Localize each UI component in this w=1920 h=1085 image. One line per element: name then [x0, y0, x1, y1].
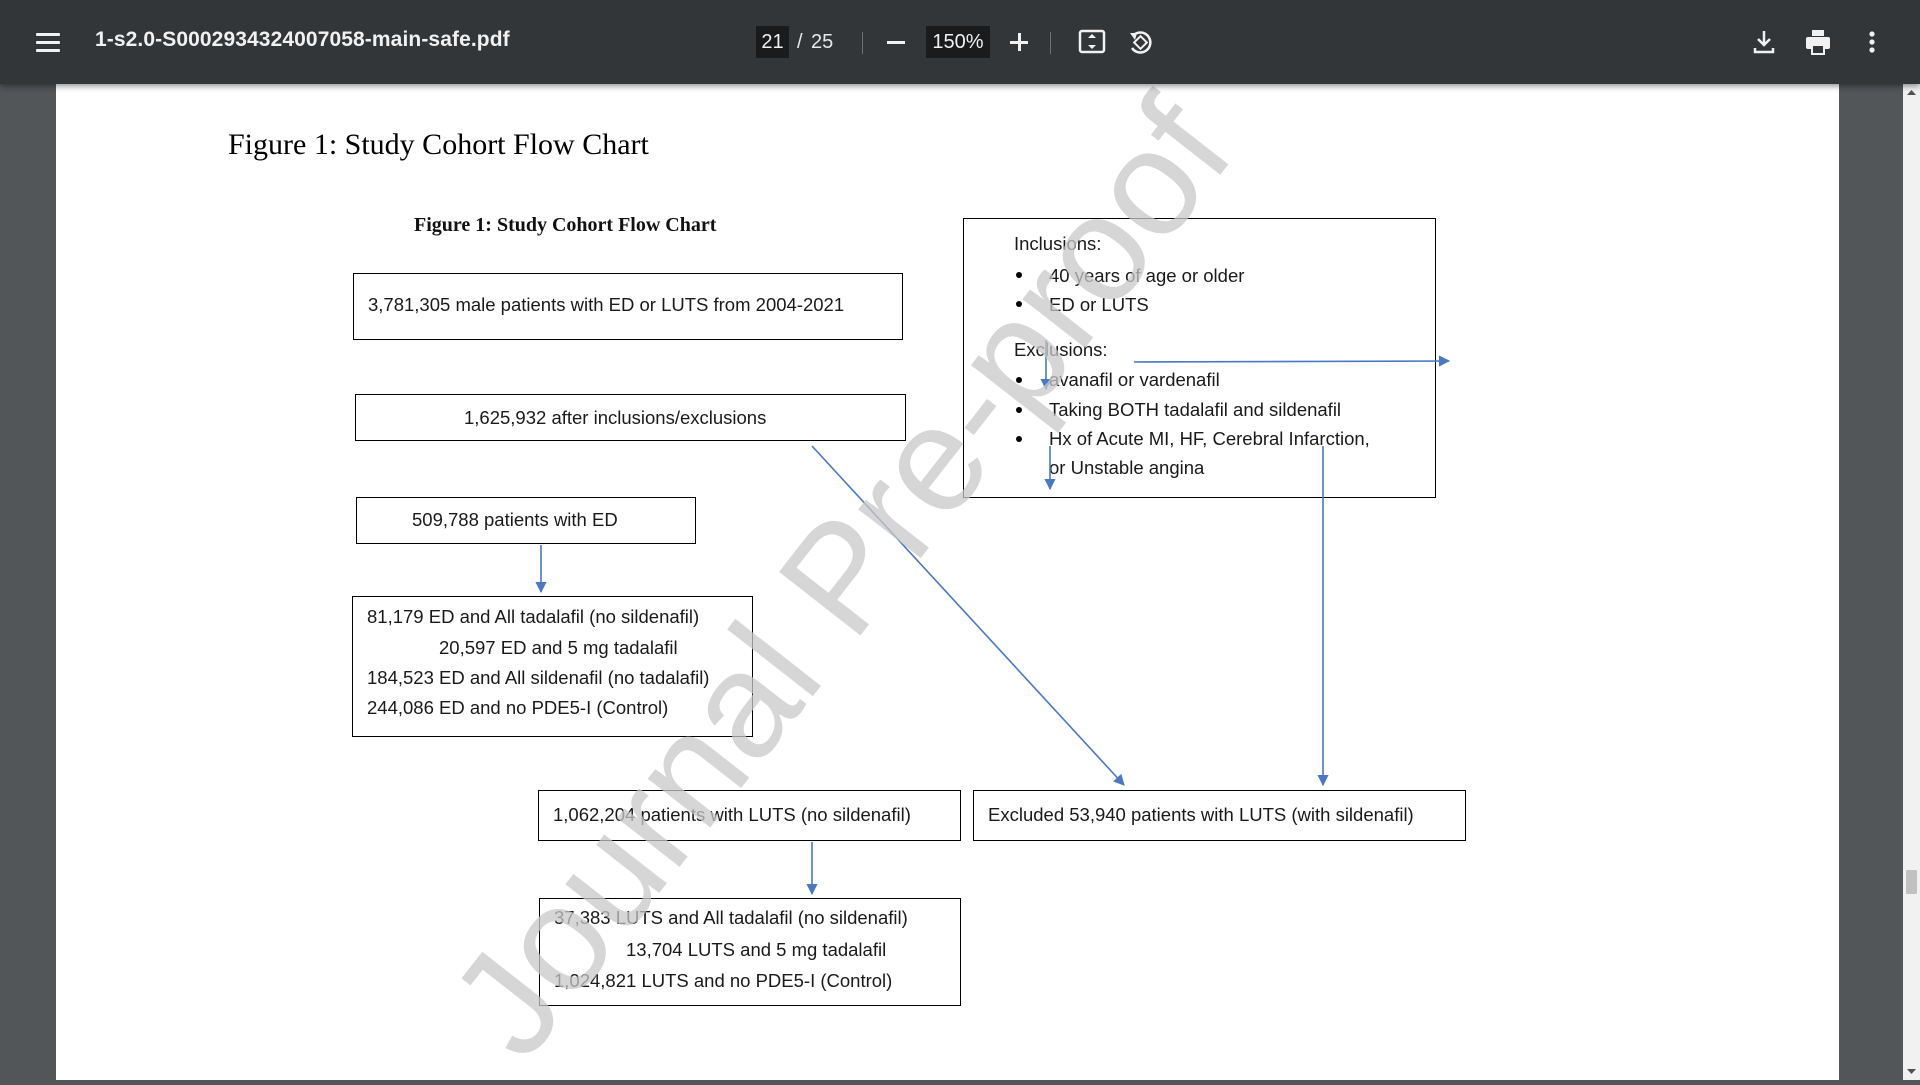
exclusion-item: or Unstable angina — [1049, 457, 1205, 478]
flow-box-text: 1,062,204 patients with LUTS (no sildena… — [553, 804, 911, 825]
inclusion-item: ED or LUTS — [1049, 294, 1149, 315]
figure-heading: Figure 1: Study Cohort Flow Chart — [228, 128, 649, 161]
inclusions-title: Inclusions: — [1014, 233, 1102, 254]
bullet-icon — [1016, 407, 1022, 413]
flow-box-excluded: Excluded 53,940 patients with LUTS (with… — [973, 790, 1466, 841]
flow-box-luts: 1,062,204 patients with LUTS (no sildena… — [538, 790, 961, 841]
flow-box-criteria: Inclusions: 40 years of age or older ED … — [963, 218, 1436, 498]
page-separator: / — [797, 31, 803, 53]
menu-icon[interactable] — [30, 24, 66, 60]
zoom-out-button[interactable] — [878, 24, 914, 60]
bullet-icon — [1016, 272, 1022, 278]
flow-box-text: Excluded 53,940 patients with LUTS (with… — [988, 804, 1414, 825]
figure-subheading: Figure 1: Study Cohort Flow Chart — [414, 214, 717, 236]
download-icon[interactable] — [1746, 24, 1782, 60]
scrollbar-thumb[interactable] — [1906, 870, 1917, 894]
zoom-level-input[interactable]: 150% — [926, 26, 990, 58]
document-viewer[interactable]: Figure 1: Study Cohort Flow Chart Figure… — [0, 84, 1920, 1080]
page-total: 25 — [811, 31, 834, 53]
scroll-up-arrow-icon[interactable] — [1903, 84, 1920, 101]
exclusions-title: Exclusions: — [1014, 339, 1108, 360]
flow-box-text: 81,179 ED and All tadalafil (no sildenaf… — [367, 606, 700, 627]
inclusion-item: 40 years of age or older — [1049, 265, 1245, 286]
pdf-toolbar: 1-s2.0-S0002934324007058-main-safe.pdf 2… — [0, 0, 1920, 84]
exclusion-item: Taking BOTH tadalafil and sildenafil — [1049, 399, 1342, 420]
exclusion-item: avanafil or vardenafil — [1049, 369, 1220, 390]
flow-box-text: 13,704 LUTS and 5 mg tadalafil — [626, 939, 887, 960]
flow-box-text: 1,024,821 LUTS and no PDE5-I (Control) — [554, 970, 893, 991]
flow-box-ed-breakdown: 81,179 ED and All tadalafil (no sildenaf… — [352, 596, 753, 737]
toolbar-divider — [862, 32, 863, 54]
flow-box-text: 1,625,932 after inclusions/exclusions — [464, 407, 767, 428]
fit-page-icon[interactable] — [1074, 24, 1110, 60]
flow-box-text: 184,523 ED and All sildenafil (no tadala… — [367, 667, 710, 688]
zoom-in-button[interactable] — [1001, 24, 1037, 60]
flow-box-text: 20,597 ED and 5 mg tadalafil — [439, 637, 678, 658]
print-icon[interactable] — [1800, 24, 1836, 60]
scroll-down-arrow-icon[interactable] — [1903, 1063, 1920, 1080]
more-options-icon[interactable] — [1854, 24, 1890, 60]
pdf-page: Figure 1: Study Cohort Flow Chart Figure… — [56, 84, 1839, 1080]
bullet-icon — [1016, 436, 1022, 442]
flow-box-ed: 509,788 patients with ED — [356, 497, 696, 544]
exclusion-item: Hx of Acute MI, HF, Cerebral Infarction, — [1049, 428, 1370, 449]
toolbar-divider — [1050, 32, 1051, 54]
flow-box-text: 244,086 ED and no PDE5-I (Control) — [367, 697, 669, 718]
flow-box-text: 37,383 LUTS and All tadalafil (no silden… — [554, 907, 908, 928]
flow-box-total: 3,781,305 male patients with ED or LUTS … — [353, 273, 903, 340]
vertical-scrollbar[interactable] — [1903, 84, 1920, 1080]
flow-box-text: 509,788 patients with ED — [412, 509, 618, 530]
document-title: 1-s2.0-S0002934324007058-main-safe.pdf — [95, 28, 510, 51]
page-number-input[interactable]: 21 — [756, 26, 789, 58]
flow-box-after-filter: 1,625,932 after inclusions/exclusions — [355, 394, 906, 441]
bullet-icon — [1016, 301, 1022, 307]
flow-box-luts-breakdown: 37,383 LUTS and All tadalafil (no silden… — [539, 898, 961, 1006]
bullet-icon — [1016, 377, 1022, 383]
flow-box-text: 3,781,305 male patients with ED or LUTS … — [368, 294, 845, 315]
rotate-icon[interactable] — [1122, 24, 1158, 60]
